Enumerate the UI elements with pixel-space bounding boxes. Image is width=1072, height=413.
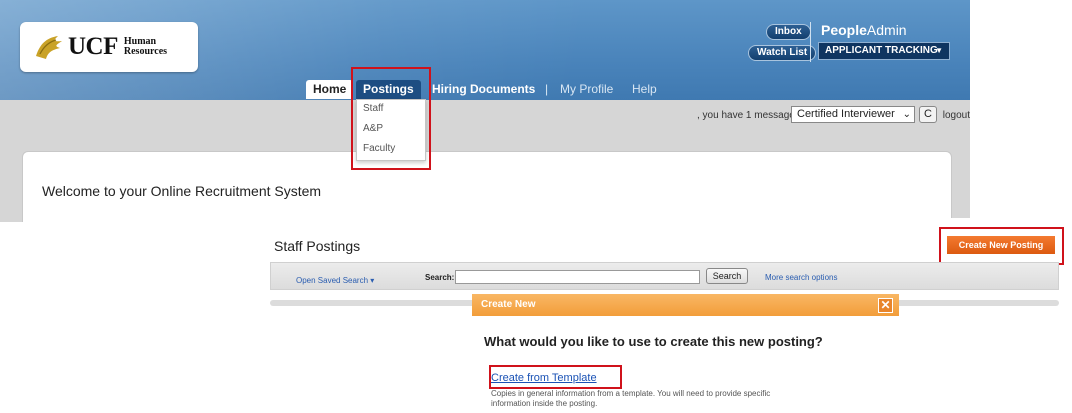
- pegasus-logo-icon: [36, 36, 62, 59]
- welcome-heading: Welcome to your Online Recruitment Syste…: [42, 183, 322, 199]
- dialog-question: What would you like to use to create thi…: [484, 334, 823, 349]
- header-divider: [810, 22, 811, 62]
- inbox-button[interactable]: Inbox: [766, 24, 811, 40]
- open-saved-search-link[interactable]: Open Saved Search ▾: [296, 276, 374, 285]
- more-search-options-link[interactable]: More search options: [765, 273, 837, 282]
- create-new-dialog: Create New ✕ What would you like to use …: [472, 294, 899, 413]
- peopleadmin-brand: PeopleAdmin: [821, 22, 907, 38]
- logo-subtext: Human Resources: [124, 37, 167, 57]
- ucf-logo[interactable]: UCF Human Resources: [20, 22, 198, 72]
- highlight-create-posting: [939, 227, 1064, 265]
- brand-bold: People: [821, 22, 867, 38]
- search-button[interactable]: Search: [706, 268, 748, 284]
- template-desc-line1: Copies in general information from a tem…: [491, 389, 771, 398]
- chevron-down-icon: ⌄: [902, 109, 911, 120]
- tab-help[interactable]: Help: [625, 80, 664, 99]
- top-screenshot: UCF Human Resources Inbox Watch List Peo…: [0, 0, 970, 222]
- logo-text: UCF: [68, 33, 118, 60]
- role-select-value: Certified Interviewer: [797, 108, 895, 120]
- brand-light: Admin: [866, 22, 907, 38]
- message-notice[interactable]: , you have 1 message.: [697, 110, 798, 121]
- logo-sub-line2: Resources: [123, 46, 168, 57]
- close-icon[interactable]: ✕: [878, 298, 893, 313]
- dialog-title: Create New: [481, 299, 536, 310]
- template-description: Copies in general information from a tem…: [491, 389, 911, 409]
- search-input[interactable]: [455, 270, 700, 284]
- role-select[interactable]: Certified Interviewer ⌄: [791, 106, 915, 123]
- tab-my-profile[interactable]: My Profile: [553, 80, 620, 99]
- product-select-value: APPLICANT TRACKING: [825, 45, 938, 56]
- dialog-header: [472, 294, 899, 316]
- page-title: Staff Postings: [274, 238, 361, 254]
- nav-separator: |: [545, 82, 549, 96]
- tab-hiring-documents[interactable]: Hiring Documents: [425, 80, 542, 99]
- product-select[interactable]: APPLICANT TRACKING ▼: [818, 42, 950, 60]
- highlight-postings-menu: [351, 67, 431, 170]
- chevron-down-icon: ▼: [935, 46, 943, 55]
- template-desc-line2: information inside the posting.: [491, 399, 598, 408]
- bottom-screenshot: Staff Postings Create New Posting Open S…: [266, 218, 1072, 413]
- highlight-create-from-template: [489, 365, 622, 389]
- logout-link[interactable]: logout: [933, 110, 970, 121]
- search-label: Search:: [425, 273, 455, 282]
- tab-home[interactable]: Home: [306, 80, 354, 99]
- watch-list-button[interactable]: Watch List: [748, 45, 817, 61]
